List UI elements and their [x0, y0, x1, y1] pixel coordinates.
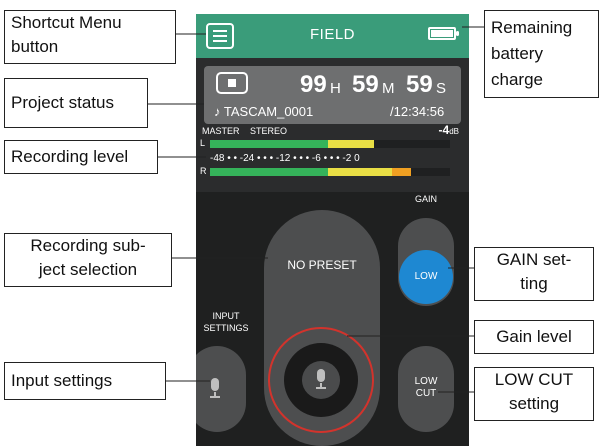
callout-recording-level: Recording level — [4, 140, 158, 174]
callout-input-settings: Input settings — [4, 362, 166, 400]
callout-gain-setting: GAIN set- ting — [474, 247, 594, 301]
callout-project-status: Project status bar — [4, 78, 148, 160]
callout-shortcut-menu: Shortcut Menu button — [4, 10, 176, 64]
callout-lowcut: LOW CUT setting — [474, 367, 594, 421]
callout-gain-level: Gain level — [474, 320, 594, 354]
callout-battery: Remaining battery charge — [484, 10, 599, 98]
callout-recording-subject: Recording sub- ject selection — [4, 233, 172, 287]
